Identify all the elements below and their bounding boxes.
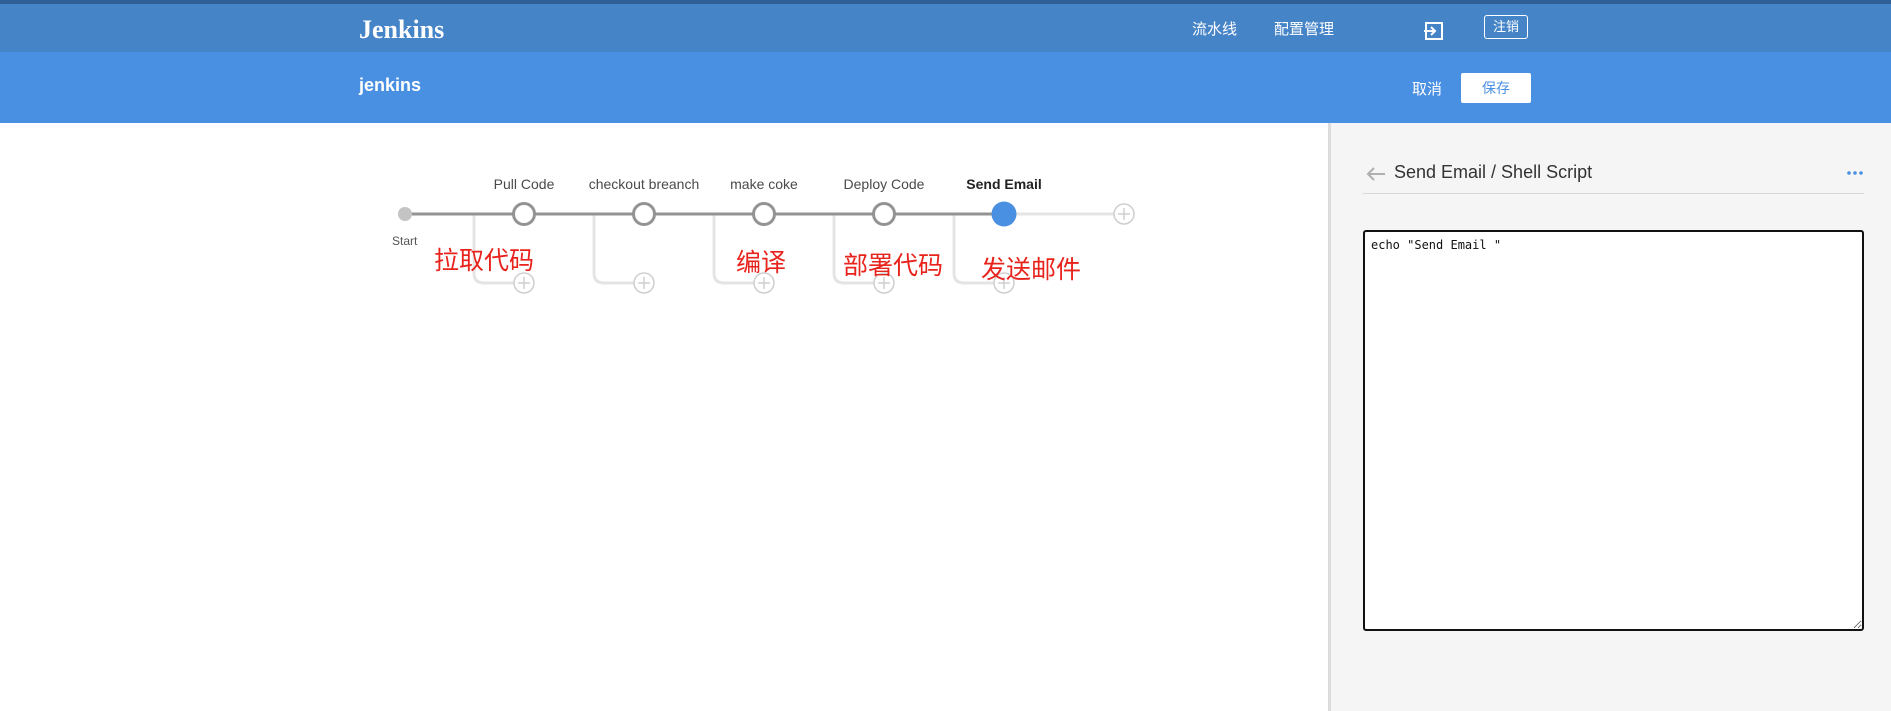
pipeline-graph — [398, 201, 1135, 294]
pipeline-editor-canvas: Start Pull Code checkout breanch make co… — [0, 123, 1328, 711]
annotation-deploy: 部署代码 — [843, 251, 944, 280]
logout-button[interactable]: 注销 — [1484, 15, 1528, 39]
add-branch-icon[interactable] — [633, 272, 655, 294]
panel-divider — [1363, 193, 1864, 194]
annotation-compile: 编译 — [736, 248, 787, 277]
stage-label-send-email[interactable]: Send Email — [966, 176, 1041, 192]
annotation-pull-code: 拉取代码 — [434, 246, 535, 275]
back-arrow-icon[interactable] — [1365, 165, 1387, 183]
step-editor-panel: Send Email / Shell Script echo "Send Ema… — [1328, 123, 1891, 711]
nav-config-management[interactable]: 配置管理 — [1274, 18, 1334, 39]
jenkins-logo[interactable]: Jenkins — [359, 15, 444, 45]
nav-pipeline[interactable]: 流水线 — [1192, 18, 1237, 39]
annotation-send-email: 发送邮件 — [981, 255, 1082, 284]
stage-node-pull-code[interactable] — [512, 202, 536, 226]
stage-label-deploy-code[interactable]: Deploy Code — [844, 176, 925, 192]
save-button[interactable]: 保存 — [1461, 73, 1531, 103]
step-title: Send Email / Shell Script — [1394, 162, 1593, 182]
start-label: Start — [392, 234, 418, 248]
start-node — [398, 207, 412, 221]
stage-node-deploy-code[interactable] — [872, 202, 896, 226]
stage-label-checkout-branch[interactable]: checkout breanch — [589, 176, 700, 192]
top-navbar: Jenkins 流水线 配置管理 注销 — [0, 0, 1891, 52]
stage-label-pull-code[interactable]: Pull Code — [494, 176, 555, 192]
more-options-icon[interactable] — [1845, 168, 1865, 178]
add-stage-icon[interactable] — [1113, 203, 1135, 225]
logout-icon[interactable] — [1423, 20, 1445, 42]
stage-node-checkout-branch[interactable] — [632, 202, 656, 226]
pipeline-name: jenkins — [359, 75, 422, 95]
pipeline-header: jenkins 取消 保存 — [0, 52, 1891, 123]
stage-node-make-coke[interactable] — [752, 202, 776, 226]
shell-script-textarea[interactable]: echo "Send Email " — [1363, 230, 1864, 631]
cancel-button[interactable]: 取消 — [1412, 78, 1442, 99]
stage-label-make-coke[interactable]: make coke — [730, 176, 798, 192]
stage-node-send-email[interactable] — [991, 201, 1017, 227]
